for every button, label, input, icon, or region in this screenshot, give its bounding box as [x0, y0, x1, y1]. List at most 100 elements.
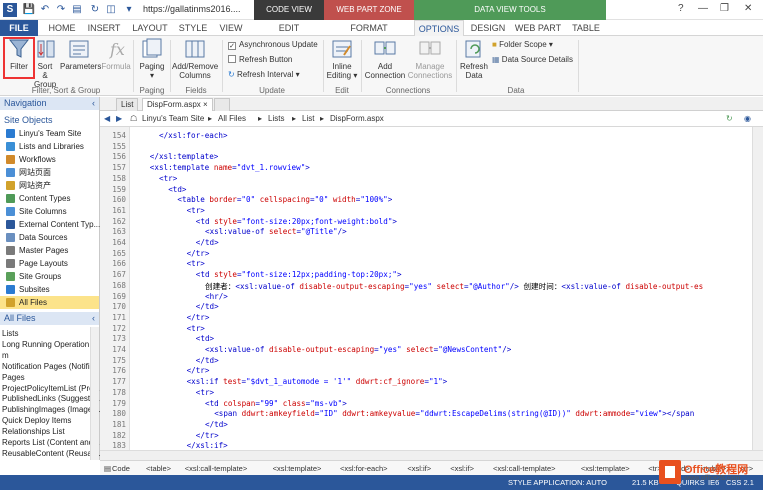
tag-crumb[interactable]: <xsl:for-each> [340, 464, 388, 473]
breadcrumb-item[interactable]: All Files [218, 114, 246, 123]
nav-item[interactable]: Lists and Libraries [6, 140, 84, 153]
tag-crumb[interactable]: <xsl:call-template> [493, 464, 556, 473]
code-line[interactable]: <tr> [196, 388, 214, 397]
code-line[interactable]: <xsl:value-of select="@Title"/> [205, 227, 347, 236]
file-list-item[interactable]: ProjectPolicyItemList (Proj... [2, 384, 102, 393]
file-list-item[interactable]: ReusableContent (Reusab... [2, 449, 103, 458]
vertical-scrollbar[interactable] [752, 127, 763, 450]
sort-group-button[interactable]: Sort & Group [34, 38, 56, 89]
file-list-item[interactable]: Relationships List [2, 427, 65, 436]
tab-web-part[interactable]: WEB PART [512, 20, 564, 36]
restore-icon[interactable]: ❐ [720, 3, 729, 14]
tag-crumb[interactable]: <xsl:template> [581, 464, 630, 473]
breadcrumb-item[interactable]: DispForm.aspx [330, 114, 384, 123]
breadcrumb-item[interactable]: List [302, 114, 314, 123]
code-line[interactable]: <hr/> [205, 292, 228, 301]
code-line[interactable]: <td> [168, 185, 186, 194]
manage-connections-button[interactable]: Manage Connections [407, 38, 453, 80]
nav-item[interactable]: Page Layouts [6, 257, 68, 270]
site-icon[interactable]: ◫ [104, 3, 118, 17]
tab-table[interactable]: TABLE [566, 20, 606, 36]
code-line[interactable]: </td> [196, 356, 219, 365]
tag-crumb[interactable]: <xsl:template> [273, 464, 322, 473]
nav-item[interactable]: Workflows [6, 153, 56, 166]
code-line[interactable]: <td style="font-size:12px;padding-top:20… [196, 270, 402, 279]
code-line[interactable]: <td style="font-size:20px;font-weight:bo… [196, 217, 397, 226]
add-connection-button[interactable]: Add Connection [364, 38, 406, 80]
tab-dispform[interactable]: DispForm.aspx × [142, 98, 213, 111]
file-list-item[interactable]: Pages [2, 373, 25, 382]
code-line[interactable]: <tr> [187, 206, 205, 215]
tag-crumb[interactable]: <xsl:if> [450, 464, 474, 473]
inline-editing-button[interactable]: Inline Editing ▾ [326, 38, 358, 80]
redo-icon[interactable]: ↷ [54, 3, 68, 17]
file-list-item[interactable]: PublishedLinks (Suggeste... [2, 394, 101, 403]
add-remove-columns-button[interactable]: Add/Remove Columns [172, 38, 218, 80]
data-source-details-button[interactable]: ▦ Data Source Details [492, 55, 573, 64]
file-list-item[interactable]: PublishingImages (Images... [2, 405, 103, 414]
nav-item[interactable]: Subsites [6, 283, 50, 296]
tab-format[interactable]: FORMAT [324, 20, 414, 36]
code-line[interactable]: </xsl:for-each> [159, 131, 228, 140]
refresh-button-checkbox[interactable]: Refresh Button [228, 55, 292, 64]
breadcrumb-item[interactable]: Lists [268, 114, 284, 123]
nav-item[interactable]: Linyu's Team Site [6, 127, 81, 140]
code-line[interactable]: </tr> [187, 313, 210, 322]
async-update-checkbox[interactable]: ✓ Asynchronous Update [228, 40, 318, 50]
parameters-button[interactable]: Parameters [60, 38, 101, 71]
code-line[interactable]: </xsl:template> [150, 152, 219, 161]
file-list-item[interactable]: Notification Pages (Notifi... [2, 362, 96, 371]
close-icon[interactable]: ✕ [744, 3, 752, 14]
qat-dropdown-icon[interactable]: ▾ [122, 3, 136, 17]
tab-view[interactable]: VIEW [216, 20, 246, 36]
help-button[interactable]: ? [678, 3, 684, 14]
formula-button[interactable]: fx Formula [100, 38, 132, 71]
code-view-button[interactable]: Code [112, 464, 130, 473]
code-line[interactable]: </td> [205, 420, 228, 429]
nav-item[interactable]: 网站资产 [6, 179, 51, 192]
nav-item[interactable]: Site Groups [6, 270, 61, 283]
file-list-item[interactable]: Reports List (Content and... [2, 438, 100, 447]
code-view-icon[interactable]: ▤ [104, 464, 111, 473]
style-application-status[interactable]: STYLE APPLICATION: AUTO [508, 478, 607, 487]
nav-item[interactable]: Site Columns [6, 205, 67, 218]
folder-scope-dropdown[interactable]: ■ Folder Scope ▾ [492, 40, 553, 49]
nav-item[interactable]: Data Sources [6, 231, 67, 244]
code-line[interactable]: </td> [196, 302, 219, 311]
file-list-item[interactable]: Quick Deploy Items [2, 416, 71, 425]
code-line[interactable]: </td> [196, 238, 219, 247]
tab-file[interactable]: FILE [0, 20, 38, 36]
tab-list[interactable]: List [116, 98, 139, 111]
back-icon[interactable]: ◀ [104, 114, 110, 123]
options-icon[interactable]: ◉ [744, 114, 751, 123]
code-line[interactable]: </tr> [187, 366, 210, 375]
refresh-icon[interactable]: ↻ [88, 3, 102, 17]
tab-design[interactable]: DESIGN [466, 20, 510, 36]
tab-insert[interactable]: INSERT [84, 20, 124, 36]
code-line[interactable]: <xsl:value-of disable-output-escaping="y… [205, 345, 511, 354]
nav-item[interactable]: All Files [0, 296, 99, 309]
code-line[interactable]: </tr> [196, 431, 219, 440]
new-tab-button[interactable] [214, 98, 230, 111]
tag-crumb[interactable]: <xsl:call-template> [185, 464, 248, 473]
preview-icon[interactable]: ▤ [70, 3, 84, 17]
refresh-interval-dropdown[interactable]: ↻ Refresh Interval ▾ [228, 70, 300, 79]
refresh-icon[interactable]: ↻ [726, 114, 733, 123]
code-line[interactable]: <xsl:template name="dvt_1.rowview"> [150, 163, 310, 172]
save-icon[interactable]: 💾 [22, 3, 36, 17]
minimize-icon[interactable]: — [698, 3, 708, 14]
close-icon[interactable]: × [203, 100, 208, 109]
nav-item[interactable]: Content Types [6, 192, 70, 205]
breadcrumb-item[interactable]: Linyu's Team Site [142, 114, 204, 123]
file-list-item[interactable]: Lists [2, 329, 18, 338]
nav-item[interactable]: 网站页面 [6, 166, 51, 179]
undo-icon[interactable]: ↶ [38, 3, 52, 17]
refresh-data-button[interactable]: Refresh Data [459, 38, 489, 80]
file-list-item[interactable]: m [2, 351, 9, 360]
forward-icon[interactable]: ▶ [116, 114, 122, 123]
tab-style[interactable]: STYLE [176, 20, 210, 36]
paging-button[interactable]: Paging ▾ [137, 38, 167, 80]
site-objects-header[interactable]: Site Objects [4, 115, 53, 125]
tag-crumb[interactable]: <table> [146, 464, 171, 473]
collapse-icon[interactable]: ‹ [92, 97, 95, 110]
